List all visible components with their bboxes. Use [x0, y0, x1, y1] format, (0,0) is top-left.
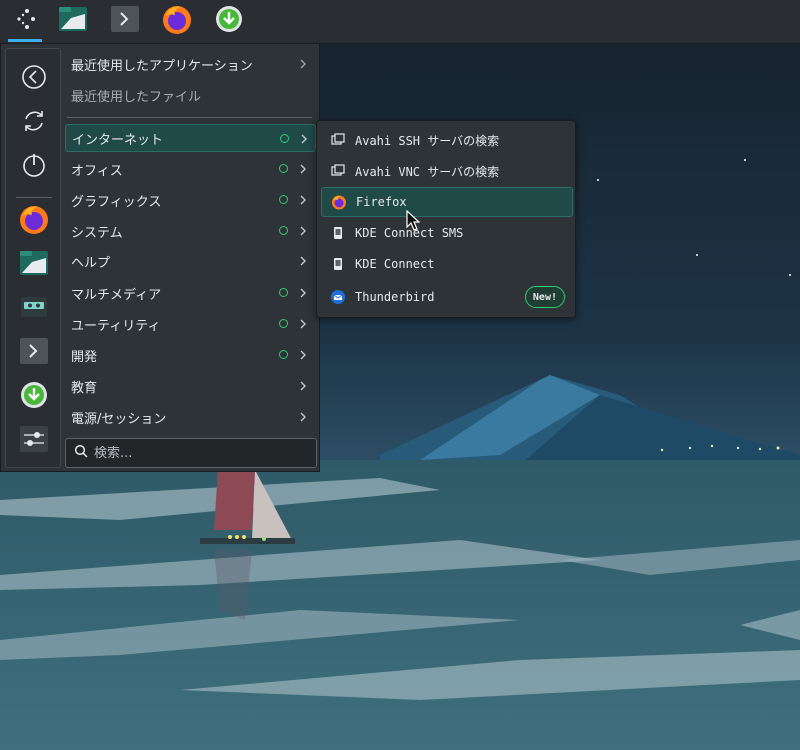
top-panel [0, 0, 800, 44]
chevron-right-icon [297, 318, 309, 330]
submenu-item-label: Avahi VNC サーバの検索 [355, 164, 500, 179]
thunderbird-icon [329, 288, 347, 306]
search-input[interactable] [94, 445, 294, 461]
submenu-item[interactable]: Avahi VNC サーバの検索 [321, 156, 573, 186]
refresh-icon [20, 107, 48, 139]
submenu-item[interactable]: Firefox [321, 187, 573, 217]
phone-icon [329, 255, 347, 273]
category-label: ヘルプ [71, 255, 111, 271]
power-button[interactable] [18, 151, 50, 183]
submenu-item[interactable]: Avahi SSH サーバの検索 [321, 125, 573, 155]
category-item[interactable]: 開発 [65, 341, 316, 369]
category-label: インターネット [72, 132, 164, 148]
favorites-divider [16, 197, 52, 198]
chevron-right-icon [297, 349, 309, 361]
new-items-indicator-icon [279, 164, 288, 173]
folder-icon [19, 249, 49, 281]
new-items-indicator-icon [279, 319, 288, 328]
submenu-item-label: Firefox [356, 195, 407, 209]
chevron-right-icon [297, 380, 309, 392]
submenu-item-label: KDE Connect [355, 257, 435, 271]
chevron-right-icon [298, 133, 310, 145]
chevron-right-icon [297, 58, 309, 70]
terminal-button[interactable] [108, 4, 142, 38]
back-icon [20, 63, 48, 95]
category-label: 電源/セッション [71, 411, 167, 427]
settings-icon [19, 425, 49, 457]
phone-icon [329, 224, 347, 242]
chevron-right-icon [297, 255, 309, 267]
menu-divider [67, 117, 312, 118]
submenu-item[interactable]: Thunderbird New! [321, 282, 573, 312]
favorite-media-player[interactable] [18, 293, 50, 325]
search-box[interactable] [65, 438, 317, 468]
refresh-button[interactable] [18, 107, 50, 139]
favorite-system-settings[interactable] [18, 425, 50, 457]
chevron-right-icon [297, 225, 309, 237]
file-manager-button[interactable] [56, 4, 90, 38]
submenu-item-label: Avahi SSH サーバの検索 [355, 133, 500, 148]
launcher-icon [13, 7, 37, 35]
mouse-cursor-icon [406, 210, 420, 231]
back-button[interactable] [18, 63, 50, 95]
network-icon [329, 162, 347, 180]
category-label: 教育 [71, 380, 98, 396]
terminal-icon [110, 5, 140, 37]
new-items-indicator-icon [279, 226, 288, 235]
category-item[interactable]: グラフィックス [65, 186, 316, 214]
internet-submenu: Avahi SSH サーバの検索 Avahi VNC サーバの検索 Firefox K… [316, 120, 576, 318]
category-item[interactable]: 教育 [65, 372, 316, 400]
network-icon [329, 131, 347, 149]
firefox-icon [161, 3, 193, 39]
firefox-panel-button[interactable] [160, 4, 194, 38]
downloader-button[interactable] [212, 4, 246, 38]
submenu-item-label: Thunderbird [355, 290, 435, 304]
category-item[interactable]: ユーティリティ [65, 310, 316, 338]
submenu-item[interactable]: KDE Connect SMS [321, 218, 573, 248]
category-item[interactable]: ヘルプ [65, 247, 316, 275]
download-icon [19, 380, 49, 414]
application-menu: 最近使用したアプリケーション 最近使用したファイル インターネットオフィスグラフ… [0, 44, 320, 472]
search-icon [74, 444, 88, 462]
terminal-icon [19, 337, 49, 369]
power-icon [20, 151, 48, 183]
category-item[interactable]: 電源/セッション [65, 403, 316, 431]
chevron-right-icon [297, 194, 309, 206]
favorite-terminal[interactable] [18, 337, 50, 369]
category-item[interactable]: インターネット [65, 124, 316, 152]
category-item[interactable]: オフィス [65, 155, 316, 183]
application-launcher-button[interactable] [8, 4, 42, 42]
submenu-item[interactable]: KDE Connect [321, 249, 573, 279]
favorite-downloader[interactable] [18, 381, 50, 413]
chevron-right-icon [297, 411, 309, 423]
new-items-indicator-icon [280, 134, 289, 143]
chevron-right-icon [297, 287, 309, 299]
favorite-firefox[interactable] [18, 205, 50, 237]
recent-applications[interactable]: 最近使用したアプリケーション [65, 50, 316, 78]
download-icon [214, 4, 244, 38]
recent-applications-label: 最近使用したアプリケーション [71, 58, 253, 74]
category-item[interactable]: システム [65, 217, 316, 245]
category-item[interactable]: マルチメディア [65, 279, 316, 307]
favorites-sidebar [5, 48, 61, 468]
chevron-right-icon [297, 163, 309, 175]
cassette-icon [20, 295, 48, 323]
folder-icon [58, 5, 88, 37]
new-items-indicator-icon [279, 195, 288, 204]
recent-files[interactable]: 最近使用したファイル [65, 81, 316, 109]
new-badge: New! [524, 286, 565, 308]
new-items-indicator-icon [279, 350, 288, 359]
recent-files-label: 最近使用したファイル [71, 89, 202, 105]
firefox-icon [18, 203, 50, 239]
firefox-icon [330, 193, 348, 211]
favorite-file-manager[interactable] [18, 249, 50, 281]
new-items-indicator-icon [279, 288, 288, 297]
